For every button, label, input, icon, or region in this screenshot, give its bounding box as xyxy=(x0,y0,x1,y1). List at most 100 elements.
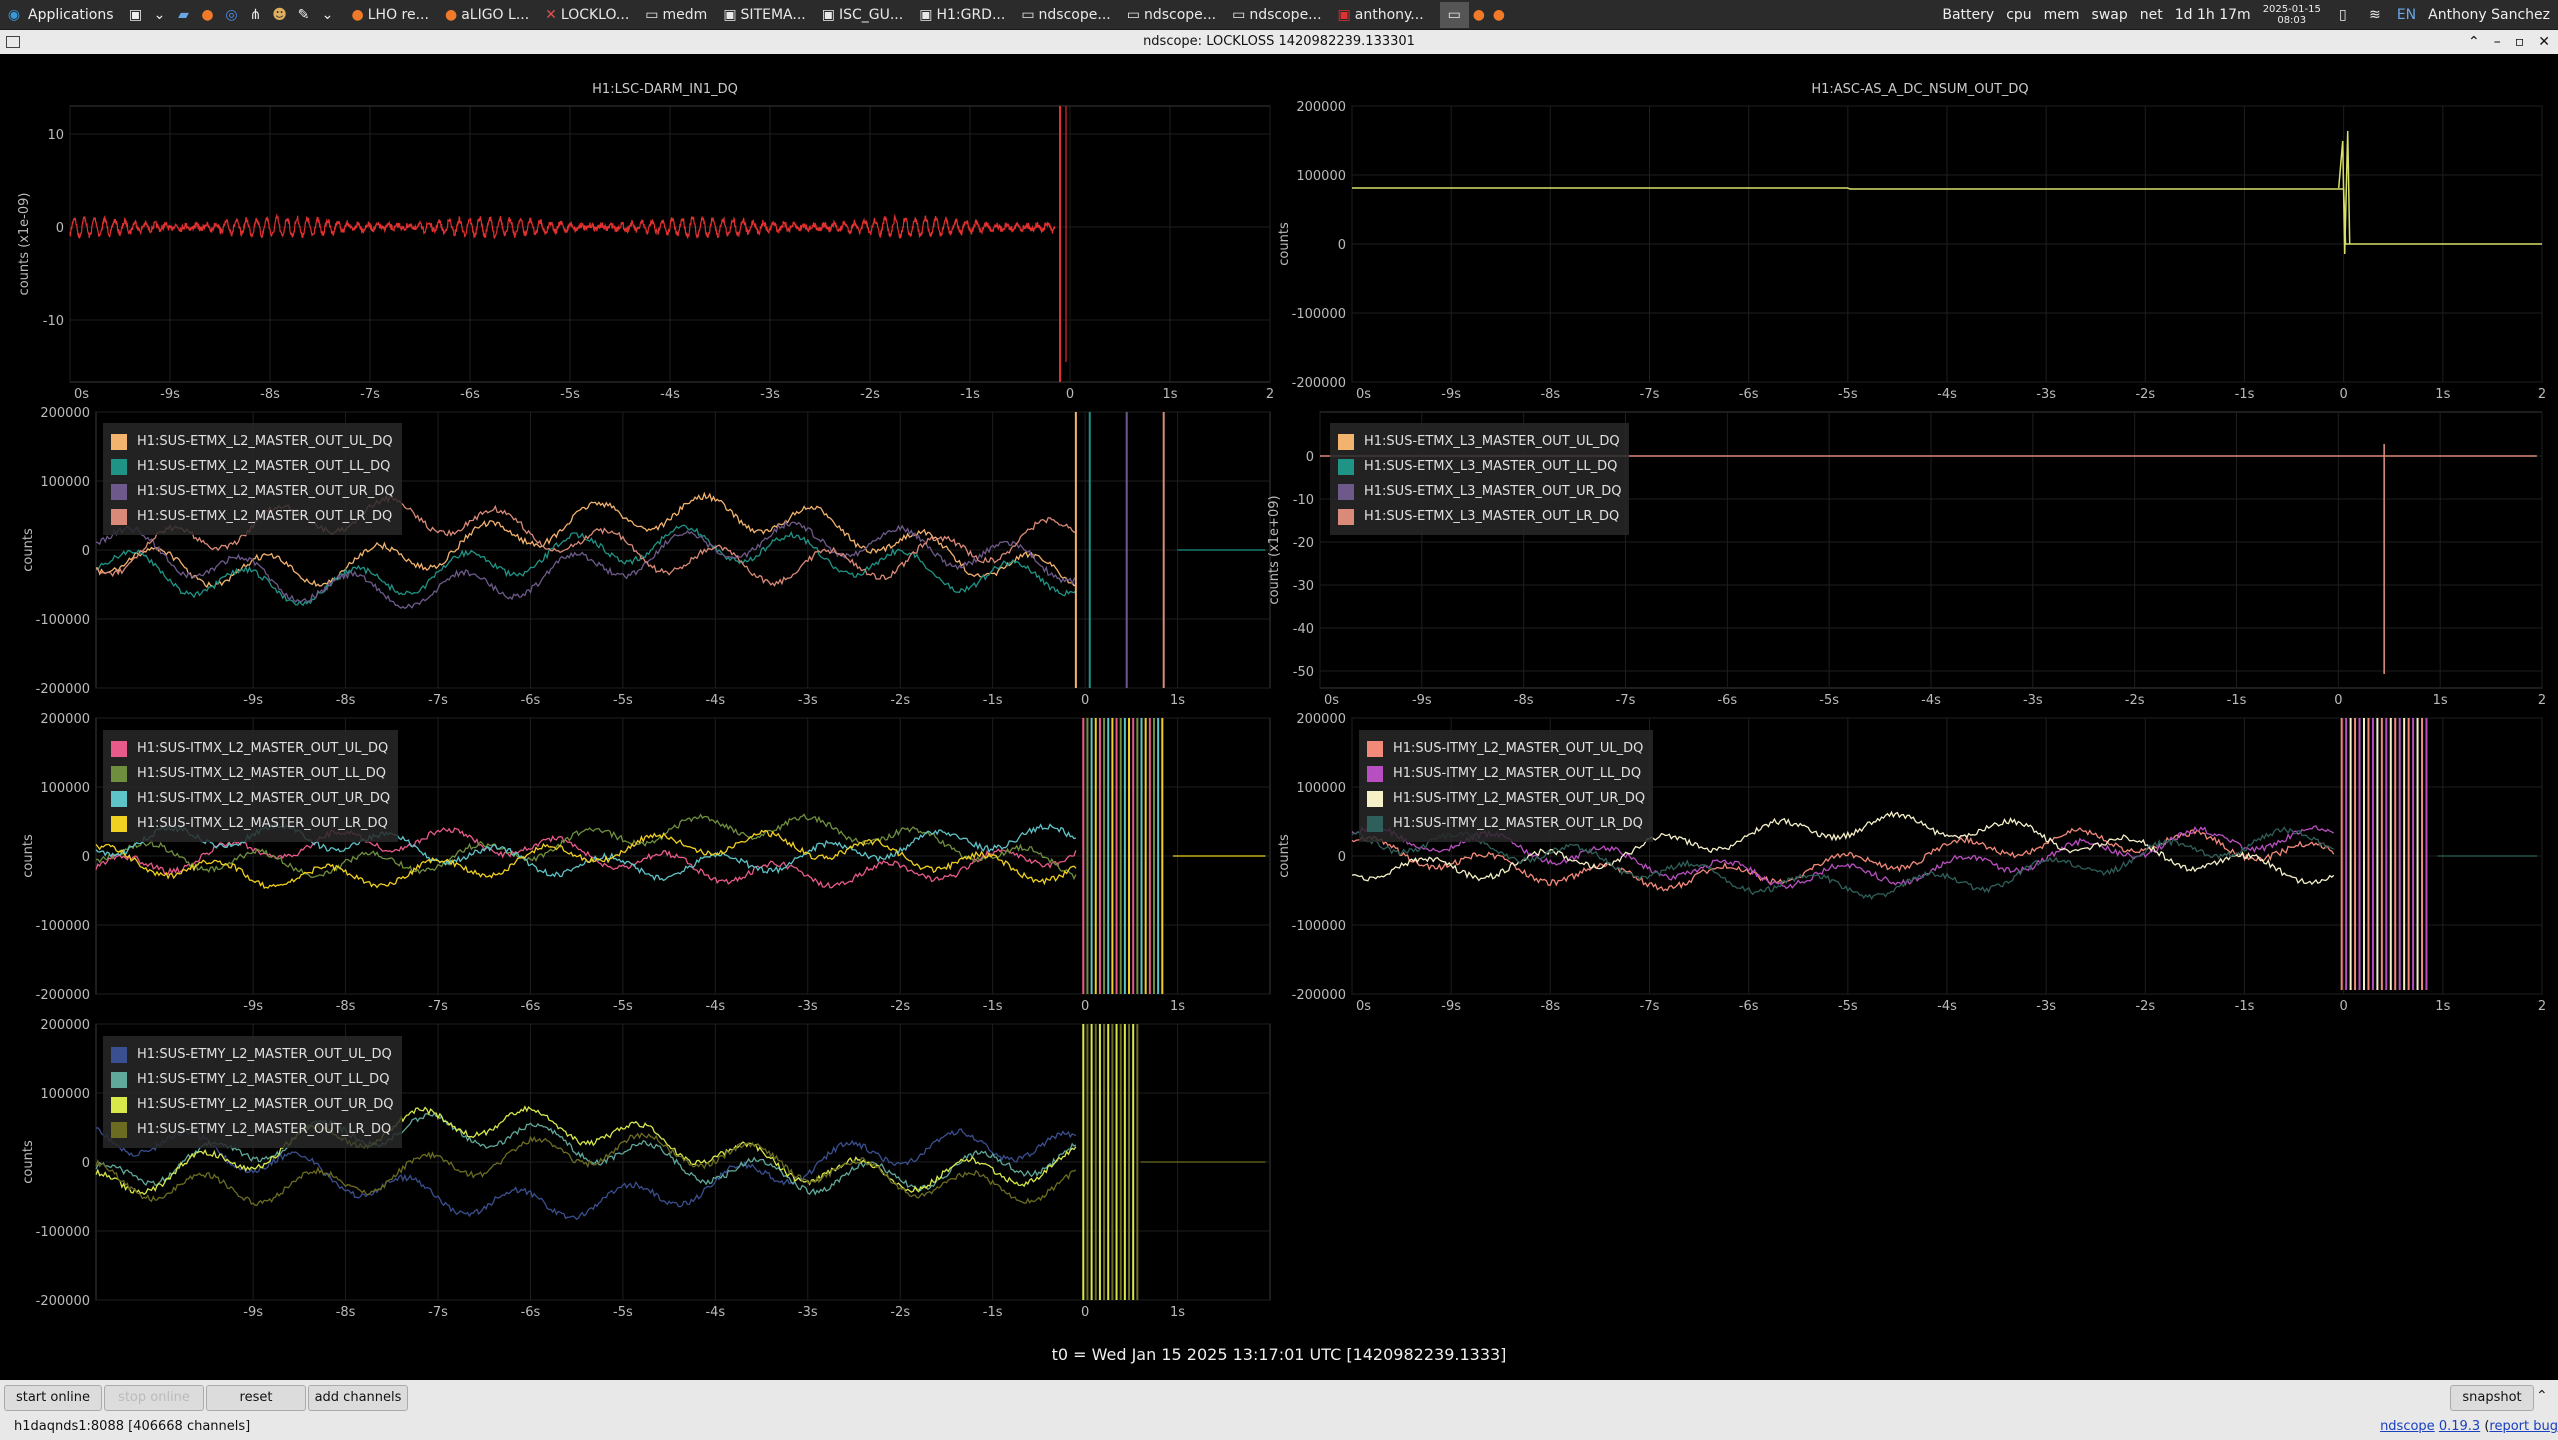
uptime-indicator: 1d 1h 17m xyxy=(2174,6,2251,23)
y-tick-label: 0 xyxy=(1338,850,1346,865)
chromium-icon[interactable]: ◎ xyxy=(222,5,242,25)
x-tick-label: -8s xyxy=(336,1305,356,1320)
legend-itmx-l2[interactable]: H1:SUS-ITMX_L2_MASTER_OUT_UL_DQ H1:SUS-I… xyxy=(103,730,399,842)
y-tick-label: 100000 xyxy=(1296,169,1346,184)
taskbar-window-locklo[interactable]: ✕ LOCKLO... xyxy=(537,2,637,28)
y-tick-label: 200000 xyxy=(40,1018,90,1033)
x-tick-label: -1s xyxy=(960,387,980,402)
x-tick-label: 0s xyxy=(1324,693,1339,708)
mem-indicator[interactable]: mem xyxy=(2044,7,2080,23)
window-menu-icon[interactable] xyxy=(6,36,20,48)
net-indicator[interactable]: net xyxy=(2140,7,2163,23)
legend-item[interactable]: H1:SUS-ITMX_L2_MASTER_OUT_LL_DQ xyxy=(111,761,390,786)
legend-etmx-l3[interactable]: H1:SUS-ETMX_L3_MASTER_OUT_UL_DQ H1:SUS-E… xyxy=(1330,423,1630,535)
editor-icon[interactable]: ✎ xyxy=(294,5,314,25)
legend-item[interactable]: H1:SUS-ITMY_L2_MASTER_OUT_LR_DQ xyxy=(1367,811,1645,836)
x-tick-label: -3s xyxy=(798,693,818,708)
x-tick-label: 1s xyxy=(2435,387,2450,402)
legend-item[interactable]: H1:SUS-ITMY_L2_MASTER_OUT_UL_DQ xyxy=(1367,736,1645,761)
taskbar-window-isc[interactable]: ▣ ISC_GU... xyxy=(814,2,911,28)
battery-indicator[interactable]: Battery xyxy=(1942,7,1994,23)
close-icon[interactable]: ✕ xyxy=(2538,30,2550,54)
legend-itmy-l2[interactable]: H1:SUS-ITMY_L2_MASTER_OUT_UL_DQ H1:SUS-I… xyxy=(1359,730,1654,842)
add-channels-button[interactable]: add channels xyxy=(308,1385,408,1411)
y-tick-label: -50 xyxy=(1293,665,1314,680)
x-tick-label: -4s xyxy=(1921,693,1941,708)
plots-canvas[interactable]: 0s -9s -8s -7s -6s -5s -4s -3s -2s -1s 0 1s 2 10 0 -10 c… xyxy=(0,54,2558,1380)
x-tick-label: -6s xyxy=(1739,387,1759,402)
ndscope-link[interactable]: ndscope xyxy=(2380,1419,2435,1434)
legend-item[interactable]: H1:SUS-ETMX_L3_MASTER_OUT_LR_DQ xyxy=(1338,504,1621,529)
legend-item[interactable]: H1:SUS-ITMX_L2_MASTER_OUT_LR_DQ xyxy=(111,811,390,836)
y-tick-label: 200000 xyxy=(1296,712,1346,727)
app-menu-icon[interactable]: ◉ xyxy=(4,5,24,25)
y-tick-label: 200000 xyxy=(40,712,90,727)
legend-item[interactable]: H1:SUS-ETMX_L2_MASTER_OUT_LR_DQ xyxy=(111,504,394,529)
people-icon[interactable]: ☻ xyxy=(270,5,290,25)
user-name[interactable]: Anthony Sanchez xyxy=(2428,7,2550,23)
version-link[interactable]: 0.19.3 xyxy=(2439,1419,2480,1434)
folder-icon[interactable]: ▰ xyxy=(174,5,194,25)
firefox-icon[interactable]: ● xyxy=(1469,5,1489,25)
terminal-icon[interactable]: ▣ xyxy=(126,5,146,25)
x-tick-label: -9s xyxy=(243,1305,263,1320)
legend-etmx-l2[interactable]: H1:SUS-ETMX_L2_MASTER_OUT_UL_DQ H1:SUS-E… xyxy=(103,423,403,535)
shade-icon[interactable]: ⌃ xyxy=(2468,30,2480,54)
legend-item[interactable]: H1:SUS-ETMX_L2_MASTER_OUT_UL_DQ xyxy=(111,429,394,454)
maximize-icon[interactable]: ▫ xyxy=(2515,30,2525,54)
chevron-up-icon[interactable]: ⌃ xyxy=(2536,1388,2548,1404)
legend-item[interactable]: H1:SUS-ETMY_L2_MASTER_OUT_LR_DQ xyxy=(111,1117,394,1142)
legend-item[interactable]: H1:SUS-ETMX_L3_MASTER_OUT_UR_DQ xyxy=(1338,479,1621,504)
battery-icon[interactable]: ▯ xyxy=(2333,5,2353,25)
firefox-icon-2[interactable]: ● xyxy=(1489,5,1509,25)
legend-item[interactable]: H1:SUS-ETMY_L2_MASTER_OUT_UR_DQ xyxy=(111,1092,394,1117)
x-tick-label: -6s xyxy=(1717,693,1737,708)
taskbar-window-grd[interactable]: ▣ H1:GRD... xyxy=(911,2,1013,28)
taskbar-window-aligo[interactable]: ● aLIGO L... xyxy=(437,2,537,28)
stop-online-button[interactable]: stop online xyxy=(104,1385,204,1411)
taskbar-window-ndscope-1[interactable]: ▭ ndscope... xyxy=(1013,2,1118,28)
x-tick-label: -2s xyxy=(2135,387,2155,402)
x-tick-label: -5s xyxy=(560,387,580,402)
legend-item[interactable]: H1:SUS-ETMY_L2_MASTER_OUT_UL_DQ xyxy=(111,1042,394,1067)
taskbar-window-sitemap[interactable]: ▣ SITEMA... xyxy=(715,2,813,28)
clock[interactable]: 2025-01-15 08:03 xyxy=(2263,4,2321,26)
legend-item[interactable]: H1:SUS-ITMX_L2_MASTER_OUT_UL_DQ xyxy=(111,736,390,761)
taskbar-window-anthony[interactable]: ▣ anthony... xyxy=(1330,2,1432,28)
legend-item[interactable]: H1:SUS-ETMX_L2_MASTER_OUT_UR_DQ xyxy=(111,479,394,504)
legend-item[interactable]: H1:SUS-ITMY_L2_MASTER_OUT_UR_DQ xyxy=(1367,786,1645,811)
chevron-down-icon-2[interactable]: ⌄ xyxy=(318,5,338,25)
x-tick-label: 2 xyxy=(2538,693,2546,708)
chevron-down-icon[interactable]: ⌄ xyxy=(150,5,170,25)
swap-indicator[interactable]: swap xyxy=(2092,7,2128,23)
language-indicator[interactable]: EN xyxy=(2397,7,2416,23)
legend-item[interactable]: H1:SUS-ETMX_L3_MASTER_OUT_LL_DQ xyxy=(1338,454,1621,479)
report-bug-link[interactable]: report bug xyxy=(2489,1419,2558,1434)
x-tick-label: -2s xyxy=(860,387,880,402)
legend-etmy-l2[interactable]: H1:SUS-ETMY_L2_MASTER_OUT_UL_DQ H1:SUS-E… xyxy=(103,1036,402,1148)
taskbar-window-lho[interactable]: ● LHO re... xyxy=(344,2,437,28)
legend-item[interactable]: H1:SUS-ITMX_L2_MASTER_OUT_UR_DQ xyxy=(111,786,390,811)
x-tick-label: -3s xyxy=(2036,999,2056,1014)
applications-menu[interactable]: Applications xyxy=(28,7,114,23)
legend-item[interactable]: H1:SUS-ETMX_L2_MASTER_OUT_LL_DQ xyxy=(111,454,394,479)
legend-item[interactable]: H1:SUS-ETMX_L3_MASTER_OUT_UL_DQ xyxy=(1338,429,1621,454)
x-tick-label: 2 xyxy=(2538,387,2546,402)
legend-item[interactable]: H1:SUS-ITMY_L2_MASTER_OUT_LL_DQ xyxy=(1367,761,1645,786)
x-tick-label: -1s xyxy=(983,999,1003,1014)
taskbar-window-ndscope-2[interactable]: ▭ ndscope... xyxy=(1119,2,1224,28)
cpu-indicator[interactable]: cpu xyxy=(2006,7,2031,23)
snapshot-button[interactable]: snapshot xyxy=(2450,1385,2534,1411)
reset-button[interactable]: reset xyxy=(206,1385,306,1411)
share-icon[interactable]: ⋔ xyxy=(246,5,266,25)
taskbar-window-medm[interactable]: ▭ medm xyxy=(637,2,715,28)
taskbar-window-ndscope-3[interactable]: ▭ ndscope... xyxy=(1224,2,1329,28)
network-icon[interactable]: ≋ xyxy=(2365,5,2385,25)
minimize-icon[interactable]: – xyxy=(2494,30,2501,54)
legend-item[interactable]: H1:SUS-ETMY_L2_MASTER_OUT_LL_DQ xyxy=(111,1067,394,1092)
start-online-button[interactable]: start online xyxy=(4,1385,102,1411)
firefox-icon[interactable]: ● xyxy=(198,5,218,25)
window-titlebar: ndscope: LOCKLOSS 1420982239.133301 ⌃ – … xyxy=(0,30,2558,54)
workspace-switcher[interactable]: ▭ xyxy=(1439,1,1469,28)
y-tick-label: -100000 xyxy=(36,919,90,934)
